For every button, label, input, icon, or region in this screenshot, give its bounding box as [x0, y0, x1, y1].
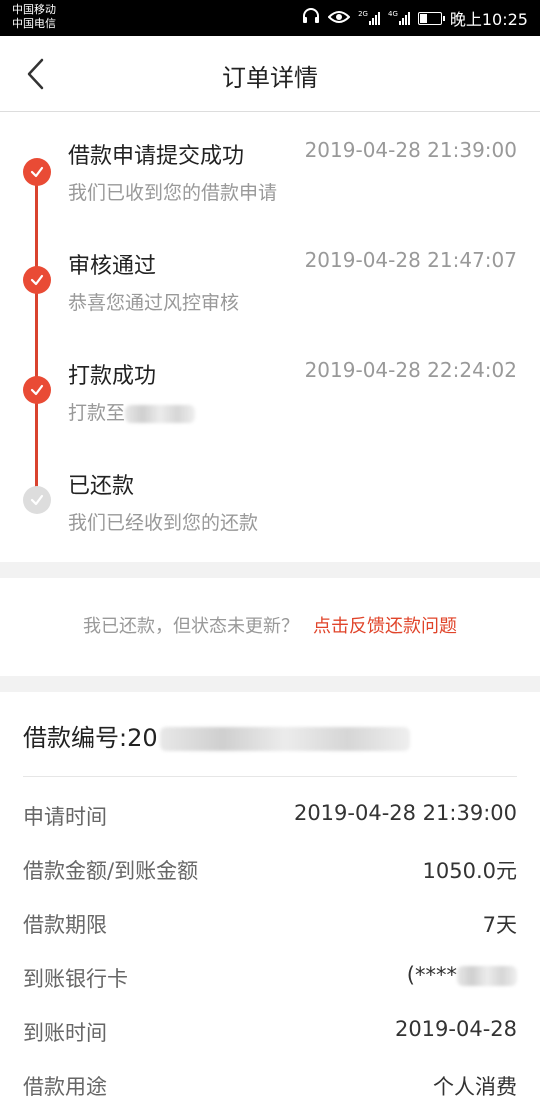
carrier-info: 中国移动 中国电信 — [12, 3, 56, 31]
detail-value: 2019-04-28 21:39:00 — [293, 801, 517, 825]
status-bar: 中国移动 中国电信 2G 4G 晚上10:25 — [0, 0, 540, 36]
bank-card-mask: (**** — [406, 963, 457, 987]
timeline-step-disbursed: 打款成功 2019-04-28 22:24:02 打款至 — [0, 358, 540, 458]
step-title: 打款成功 — [68, 364, 157, 389]
signal-icon-4g: 4G — [388, 11, 410, 25]
step-title: 已还款 — [68, 474, 135, 499]
step-title: 审核通过 — [68, 254, 157, 279]
detail-value: (**** — [407, 963, 517, 987]
step-desc: 我们已收到您的借款申请 — [68, 182, 278, 204]
check-circle-icon — [23, 486, 51, 514]
signal-icon-2g: 2G — [358, 11, 380, 25]
detail-label: 到账银行卡 — [23, 967, 128, 991]
detail-label: 借款期限 — [23, 913, 107, 937]
step-time: 2019-04-28 21:39:00 — [304, 138, 517, 162]
detail-row-purpose: 借款用途 个人消费 — [23, 1065, 517, 1105]
redacted-card-number — [457, 966, 517, 986]
step-desc: 打款至 — [68, 398, 196, 425]
check-circle-icon — [23, 266, 51, 294]
detail-value: 7天 — [482, 913, 517, 937]
feedback-link[interactable]: 点击反馈还款问题 — [313, 616, 457, 637]
headset-icon — [302, 8, 320, 28]
detail-label: 到账时间 — [23, 1021, 107, 1045]
check-circle-icon — [23, 376, 51, 404]
loan-number-label: 借款编号: — [23, 724, 128, 752]
detail-row-apply-time: 申请时间 2019-04-28 21:39:00 — [23, 795, 517, 835]
step-desc: 我们已经收到您的还款 — [68, 512, 259, 534]
detail-label: 借款金额/到账金额 — [23, 859, 199, 883]
detail-row-amount: 借款金额/到账金额 1050.0元 — [23, 849, 517, 889]
network-2g-label: 2G — [358, 10, 368, 18]
status-time: 晚上10:25 — [449, 10, 528, 29]
repayment-feedback: 我已还款，但状态未更新？ 点击反馈还款问题 — [0, 578, 540, 676]
order-timeline: 借款申请提交成功 2019-04-28 21:39:00 我们已收到您的借款申请… — [0, 112, 540, 562]
loan-details: 借款编号:20 申请时间 2019-04-28 21:39:00 借款金额/到账… — [0, 692, 540, 1099]
step-time: 2019-04-28 21:47:07 — [304, 248, 517, 272]
timeline-step-approved: 审核通过 2019-04-28 21:47:07 恭喜您通过风控审核 — [0, 248, 540, 348]
detail-row-bank-card: 到账银行卡 (**** — [23, 957, 517, 997]
redacted-account — [125, 404, 196, 423]
divider — [23, 776, 517, 777]
detail-value: 个人消费 — [433, 1075, 517, 1099]
page-title: 订单详情 — [222, 64, 318, 92]
check-circle-icon — [23, 158, 51, 186]
detail-label: 借款用途 — [23, 1075, 107, 1099]
step-time: 2019-04-28 22:24:02 — [304, 358, 517, 382]
timeline-step-submitted: 借款申请提交成功 2019-04-28 21:39:00 我们已收到您的借款申请 — [0, 138, 540, 238]
status-icons: 2G 4G 晚上10:25 — [302, 6, 528, 30]
network-4g-label: 4G — [387, 10, 398, 18]
step-title: 借款申请提交成功 — [68, 144, 245, 169]
battery-icon — [417, 11, 445, 25]
section-divider — [0, 676, 540, 692]
loan-number: 借款编号:20 — [23, 718, 410, 753]
carrier-2: 中国电信 — [12, 17, 56, 30]
redacted-loan-number — [159, 727, 410, 751]
carrier-1: 中国移动 — [12, 3, 56, 16]
detail-row-term: 借款期限 7天 — [23, 903, 517, 943]
timeline-step-repaid: 已还款 我们已经收到您的还款 — [0, 468, 540, 568]
feedback-question: 我已还款，但状态未更新？ — [83, 616, 299, 637]
step-desc-text: 打款至 — [68, 402, 126, 424]
step-desc: 恭喜您通过风控审核 — [68, 292, 240, 314]
nav-bar: 订单详情 — [0, 36, 540, 112]
section-divider — [0, 562, 540, 578]
loan-number-prefix: 20 — [127, 724, 158, 752]
eye-icon — [327, 9, 351, 28]
detail-value: 2019-04-28 — [394, 1017, 517, 1041]
detail-row-arrival-time: 到账时间 2019-04-28 — [23, 1011, 517, 1051]
detail-value: 1050.0元 — [422, 859, 517, 883]
detail-label: 申请时间 — [23, 805, 107, 829]
